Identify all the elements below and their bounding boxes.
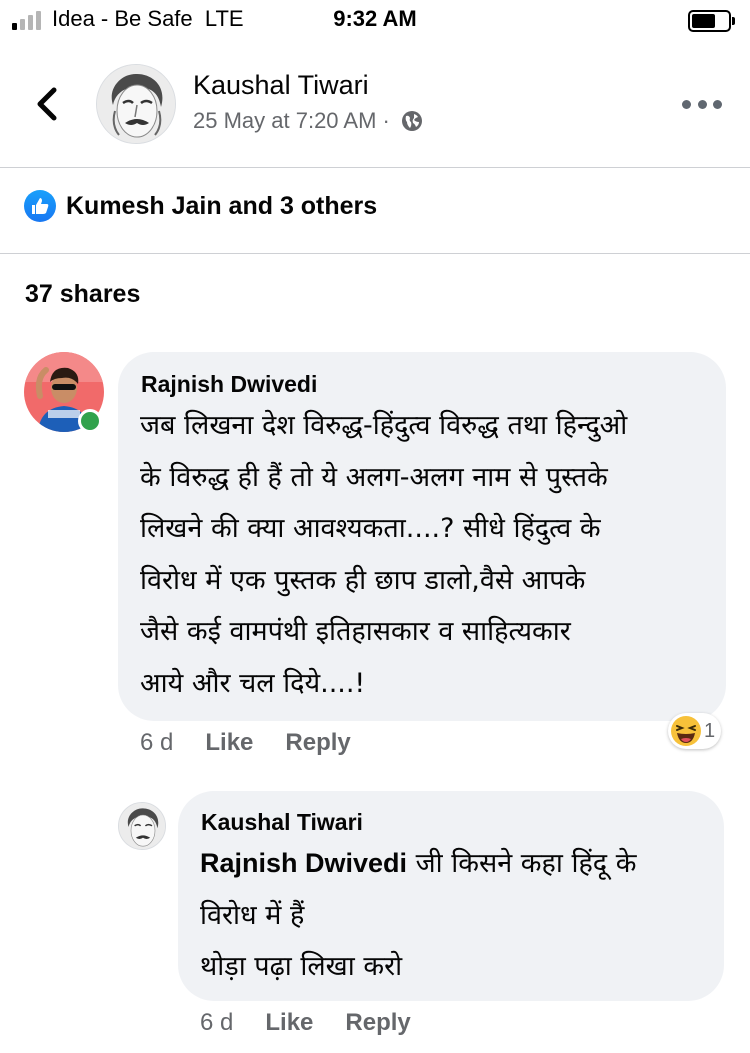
dot <box>682 99 691 109</box>
comment-line: विरोध में एक पुस्तक ही छाप डालो,वैसे आपक… <box>140 564 586 596</box>
comment-line: जैसे कई वामपंथी इतिहासकार व साहित्यकार <box>140 616 571 647</box>
chevron-left-icon <box>37 87 57 121</box>
haha-emoji-icon <box>671 716 701 746</box>
comment-time[interactable]: 6 d <box>140 729 173 757</box>
status-bar: Idea - Be Safe LTE 9:32 AM <box>0 0 750 42</box>
reply-time[interactable]: 6 d <box>200 1009 233 1037</box>
dot <box>713 99 722 109</box>
online-status-dot <box>78 409 102 433</box>
author-portrait-sketch <box>97 65 175 143</box>
reactions-summary[interactable]: Kumesh Jain and 3 others <box>24 190 377 222</box>
comment-actions: 6 d Like Reply <box>140 729 351 757</box>
comment-text: जब लिखना देश विरुद्ध-हिंदुत्व विरुद्ध तथ… <box>140 400 627 709</box>
back-button[interactable] <box>28 82 68 126</box>
reply-button[interactable]: Reply <box>285 729 350 757</box>
reply-bubble[interactable]: Kaushal Tiwari Rajnish Dwivedi जी किसने … <box>178 791 724 1001</box>
comment-reaction-pill[interactable]: 1 <box>668 713 722 749</box>
meta-separator: · <box>382 108 390 133</box>
reactions-divider <box>0 253 750 254</box>
comment-line: जब लिखना देश विरुद्ध-हिंदुत्व विरुद्ध तथ… <box>140 410 628 441</box>
reaction-count: 1 <box>704 719 716 742</box>
more-options-button[interactable] <box>682 94 722 114</box>
author-avatar[interactable] <box>96 64 176 144</box>
reply-actions: 6 d Like Reply <box>200 1009 411 1037</box>
reply-author-portrait-sketch <box>119 803 165 849</box>
battery-icon <box>688 10 736 32</box>
like-button[interactable]: Like <box>205 729 253 757</box>
reply-line: विरोध में हैं <box>200 899 305 931</box>
post-timestamp[interactable]: 25 May at 7:20 AM <box>193 108 376 134</box>
reply-text: Rajnish Dwivedi जी किसने कहा हिंदू के वि… <box>200 838 636 993</box>
comment-author[interactable]: Rajnish Dwivedi <box>141 371 317 398</box>
post-author-name[interactable]: Kaushal Tiwari <box>193 70 369 101</box>
like-button[interactable]: Like <box>265 1009 313 1037</box>
status-time: 9:32 AM <box>333 6 417 31</box>
reply-line: Rajnish Dwivedi जी किसने कहा हिंदू के <box>200 838 636 890</box>
shares-count[interactable]: 37 shares <box>25 280 140 309</box>
reply-line: थोड़ा पढ़ा लिखा करो <box>200 951 403 982</box>
globe-icon <box>401 111 422 131</box>
reply-button[interactable]: Reply <box>345 1009 410 1037</box>
reply-author-avatar[interactable] <box>118 802 166 850</box>
like-icon <box>24 190 56 222</box>
reactions-text: Kumesh Jain and 3 others <box>66 191 378 220</box>
comment-line: लिखने की क्या आवश्यकता....? सीधे हिंदुत्… <box>140 513 601 544</box>
comment-line: के विरुद्ध ही हैं तो ये अलग-अलग नाम से प… <box>140 461 608 493</box>
reply-author[interactable]: Kaushal Tiwari <box>201 809 363 836</box>
dot <box>697 99 707 109</box>
mention-link[interactable]: Rajnish Dwivedi <box>200 848 407 878</box>
header-divider <box>0 167 750 168</box>
reply-line-rest: जी किसने कहा हिंदू के <box>407 848 637 879</box>
post-meta: 25 May at 7:20 AM · <box>193 108 424 134</box>
comment-line: आये और चल दिये....! <box>140 667 366 699</box>
post-header: Kaushal Tiwari 25 May at 7:20 AM · <box>0 42 750 168</box>
comment-bubble[interactable]: Rajnish Dwivedi जब लिखना देश विरुद्ध-हिं… <box>118 352 726 721</box>
